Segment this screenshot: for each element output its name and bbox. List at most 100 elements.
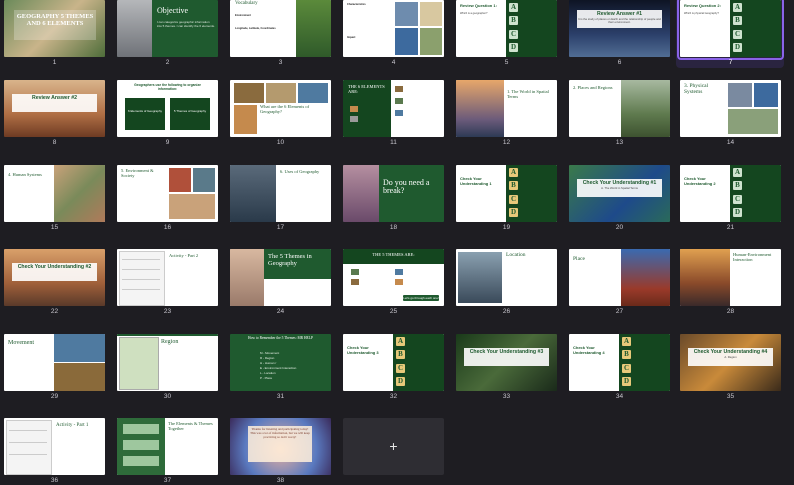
- letter-b: B: [733, 181, 742, 190]
- slide-number: 16: [163, 224, 172, 231]
- slide-number: 9: [165, 139, 170, 146]
- slide-number: 30: [163, 393, 172, 400]
- slide-number: 33: [502, 393, 511, 400]
- letter-c: C: [622, 364, 631, 373]
- plus-icon[interactable]: +: [343, 418, 444, 475]
- slide-number: 17: [276, 224, 285, 231]
- list-item: P - Place: [260, 376, 273, 380]
- slide-number: 10: [276, 139, 285, 146]
- slide-title: What are the 6 Elements of Geography?: [260, 104, 310, 114]
- letter-c: C: [733, 195, 742, 204]
- letter-d: D: [622, 377, 631, 386]
- slide-number: 25: [389, 308, 398, 315]
- slide-title: Place: [573, 256, 585, 262]
- slide-title: Check Your Understanding 3: [347, 345, 379, 355]
- slide-number: 24: [276, 308, 285, 315]
- slide-title: Review Question 2:: [684, 3, 721, 8]
- slide-number: 14: [726, 139, 735, 146]
- slide-title: Geographers use the following to organiz…: [134, 83, 201, 91]
- box-label: 5 Themes of Geography: [173, 109, 207, 113]
- slide-title: Thanks for listening and participating t…: [250, 427, 310, 439]
- slide-title: 3. Physical Systems: [684, 83, 709, 95]
- slide-title: Check Your Understanding 4: [573, 345, 605, 355]
- slide-number: 35: [726, 393, 735, 400]
- slide-body: Which is physical Geography?: [684, 12, 719, 15]
- slide-title: 1. The World in Spatial Terms: [507, 89, 549, 99]
- slide-title: Location: [506, 252, 526, 258]
- slide-number: 29: [50, 393, 59, 400]
- slide-title: The Elements & Themes Together: [168, 421, 213, 431]
- slide-text: Impact: [347, 36, 356, 39]
- slide-title: 6. Uses of Geography: [280, 169, 320, 174]
- letter-d: D: [509, 208, 518, 217]
- slide-number: 18: [389, 224, 398, 231]
- slide-number: 34: [615, 393, 624, 400]
- slide-title: THE 5 THEMES ARE:: [372, 252, 415, 257]
- slide-number: 12: [502, 139, 511, 146]
- box-label: 6 Elements of Geography: [127, 109, 163, 113]
- slide-title: Check Your Understanding 2: [684, 176, 716, 186]
- letter-d: D: [733, 43, 742, 52]
- slide-number: 20: [615, 224, 624, 231]
- slide-number: 8: [52, 139, 57, 146]
- slide-title: The 5 Themes in Geography: [268, 253, 312, 267]
- slide-number: 31: [276, 393, 285, 400]
- slide-number: 21: [726, 224, 735, 231]
- slide-number: 27: [615, 308, 624, 315]
- letter-c: C: [396, 364, 405, 373]
- slide-number: 13: [615, 139, 624, 146]
- slide-title: GEOGRAPHY 5 THEMES AND 6 ELEMENTS: [16, 13, 94, 27]
- slide-text: Longitude, Latitude, Coordinates: [235, 27, 276, 30]
- slide-title: Objective: [157, 6, 189, 15]
- letter-d: D: [509, 43, 518, 52]
- slide-number: 36: [50, 477, 59, 484]
- letter-b: B: [509, 16, 518, 25]
- slide-number: 7: [728, 59, 733, 66]
- slide-title: 5. Environment & Society: [121, 168, 154, 178]
- slide-title: THE 6 ELEMENTS ARE:: [348, 84, 385, 94]
- slide-title: How to Remember the 5 Themes: MR HELP: [248, 336, 313, 340]
- slide-number: 19: [502, 224, 511, 231]
- slide-sorter-grid: GEOGRAPHY 5 THEMES AND 6 ELEMENTS 1 Obje…: [0, 0, 794, 484]
- slide-body: Which is a geographer?: [460, 12, 488, 15]
- letter-c: C: [733, 30, 742, 39]
- slide-number: 23: [163, 308, 172, 315]
- slide-title: Check Your Understanding #3: [469, 349, 544, 355]
- slide-text: Environment: [235, 14, 251, 17]
- slide-title: Check Your Understanding #2: [17, 264, 92, 270]
- letter-d: D: [396, 377, 405, 386]
- slide-number: 32: [389, 393, 398, 400]
- slide-title: Vocabulary: [235, 1, 258, 6]
- slide-number: 37: [163, 477, 172, 484]
- slide-title: Review Answer #2: [31, 95, 78, 101]
- slide-title: Review Question 1:: [460, 3, 497, 8]
- letter-a: A: [396, 337, 405, 346]
- slide-title: Activity - Part 1: [56, 423, 89, 428]
- slide-number: 38: [276, 477, 285, 484]
- letter-a: A: [509, 168, 518, 177]
- slide-number: 26: [502, 308, 511, 315]
- slide-title: Region: [161, 339, 179, 345]
- slide-title: Do you need a break?: [383, 178, 430, 196]
- slide-title: Movement: [8, 340, 34, 346]
- letter-b: B: [396, 350, 405, 359]
- slide-number: 5: [504, 59, 509, 66]
- mr-help-list: M - Movement R - Region H - Human / E - …: [260, 351, 296, 381]
- slide-number: 3: [278, 59, 283, 66]
- slide-number: 28: [726, 308, 735, 315]
- letter-a: A: [733, 168, 742, 177]
- lets-go-button: Let's go through each one!: [403, 295, 439, 301]
- slide-subtitle: A. The World in Spatial Terms: [601, 186, 638, 190]
- slide-number: 22: [50, 308, 59, 315]
- slide-text: Characteristics: [347, 3, 366, 6]
- slide-subtitle: A. Region: [724, 355, 737, 359]
- slide-number: 1: [52, 59, 57, 66]
- letter-b: B: [733, 16, 742, 25]
- letter-c: C: [509, 195, 518, 204]
- slide-number: 4: [391, 59, 396, 66]
- letter-b: B: [509, 181, 518, 190]
- letter-a: A: [733, 3, 742, 12]
- slide-number: 11: [390, 139, 397, 146]
- slide-number: 6: [617, 59, 622, 66]
- slide-body: I can categorize geographic information …: [157, 20, 215, 28]
